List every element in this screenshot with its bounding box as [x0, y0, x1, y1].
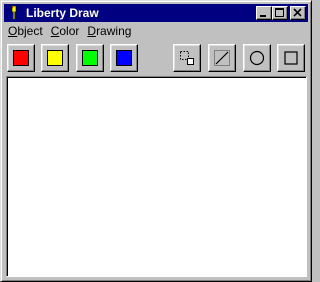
- maximize-icon: [275, 8, 284, 17]
- select-tool-button[interactable]: [173, 44, 201, 72]
- red-swatch: [13, 50, 29, 66]
- line-icon: [214, 50, 230, 66]
- window-title: Liberty Draw: [26, 6, 99, 20]
- menu-drawing[interactable]: Drawing: [83, 22, 135, 40]
- circle-icon: [249, 50, 265, 66]
- blue-color-button[interactable]: [110, 44, 138, 72]
- title-bar[interactable]: Liberty Draw: [4, 4, 308, 22]
- rectangle-tool-button[interactable]: [277, 44, 305, 72]
- blue-swatch: [116, 50, 132, 66]
- minimize-button[interactable]: [256, 6, 272, 20]
- minimize-icon: [260, 15, 266, 17]
- toolbar: [4, 40, 308, 76]
- line-tool-button[interactable]: [208, 44, 236, 72]
- menu-color[interactable]: Color: [47, 22, 84, 40]
- circle-tool-button[interactable]: [243, 44, 271, 72]
- close-icon: [293, 8, 302, 17]
- green-swatch: [82, 50, 98, 66]
- yellow-color-button[interactable]: [41, 44, 69, 72]
- app-window: Liberty Draw Object Color Drawing: [0, 0, 312, 282]
- red-color-button[interactable]: [7, 44, 35, 72]
- close-button[interactable]: [290, 6, 306, 20]
- rectangle-icon: [284, 51, 298, 65]
- drawing-canvas[interactable]: [6, 76, 307, 277]
- app-icon[interactable]: [6, 5, 22, 21]
- select-icon: [180, 51, 194, 65]
- menu-bar: Object Color Drawing: [4, 22, 308, 40]
- maximize-button[interactable]: [272, 6, 288, 20]
- green-color-button[interactable]: [76, 44, 104, 72]
- menu-object[interactable]: Object: [4, 22, 47, 40]
- yellow-swatch: [47, 50, 63, 66]
